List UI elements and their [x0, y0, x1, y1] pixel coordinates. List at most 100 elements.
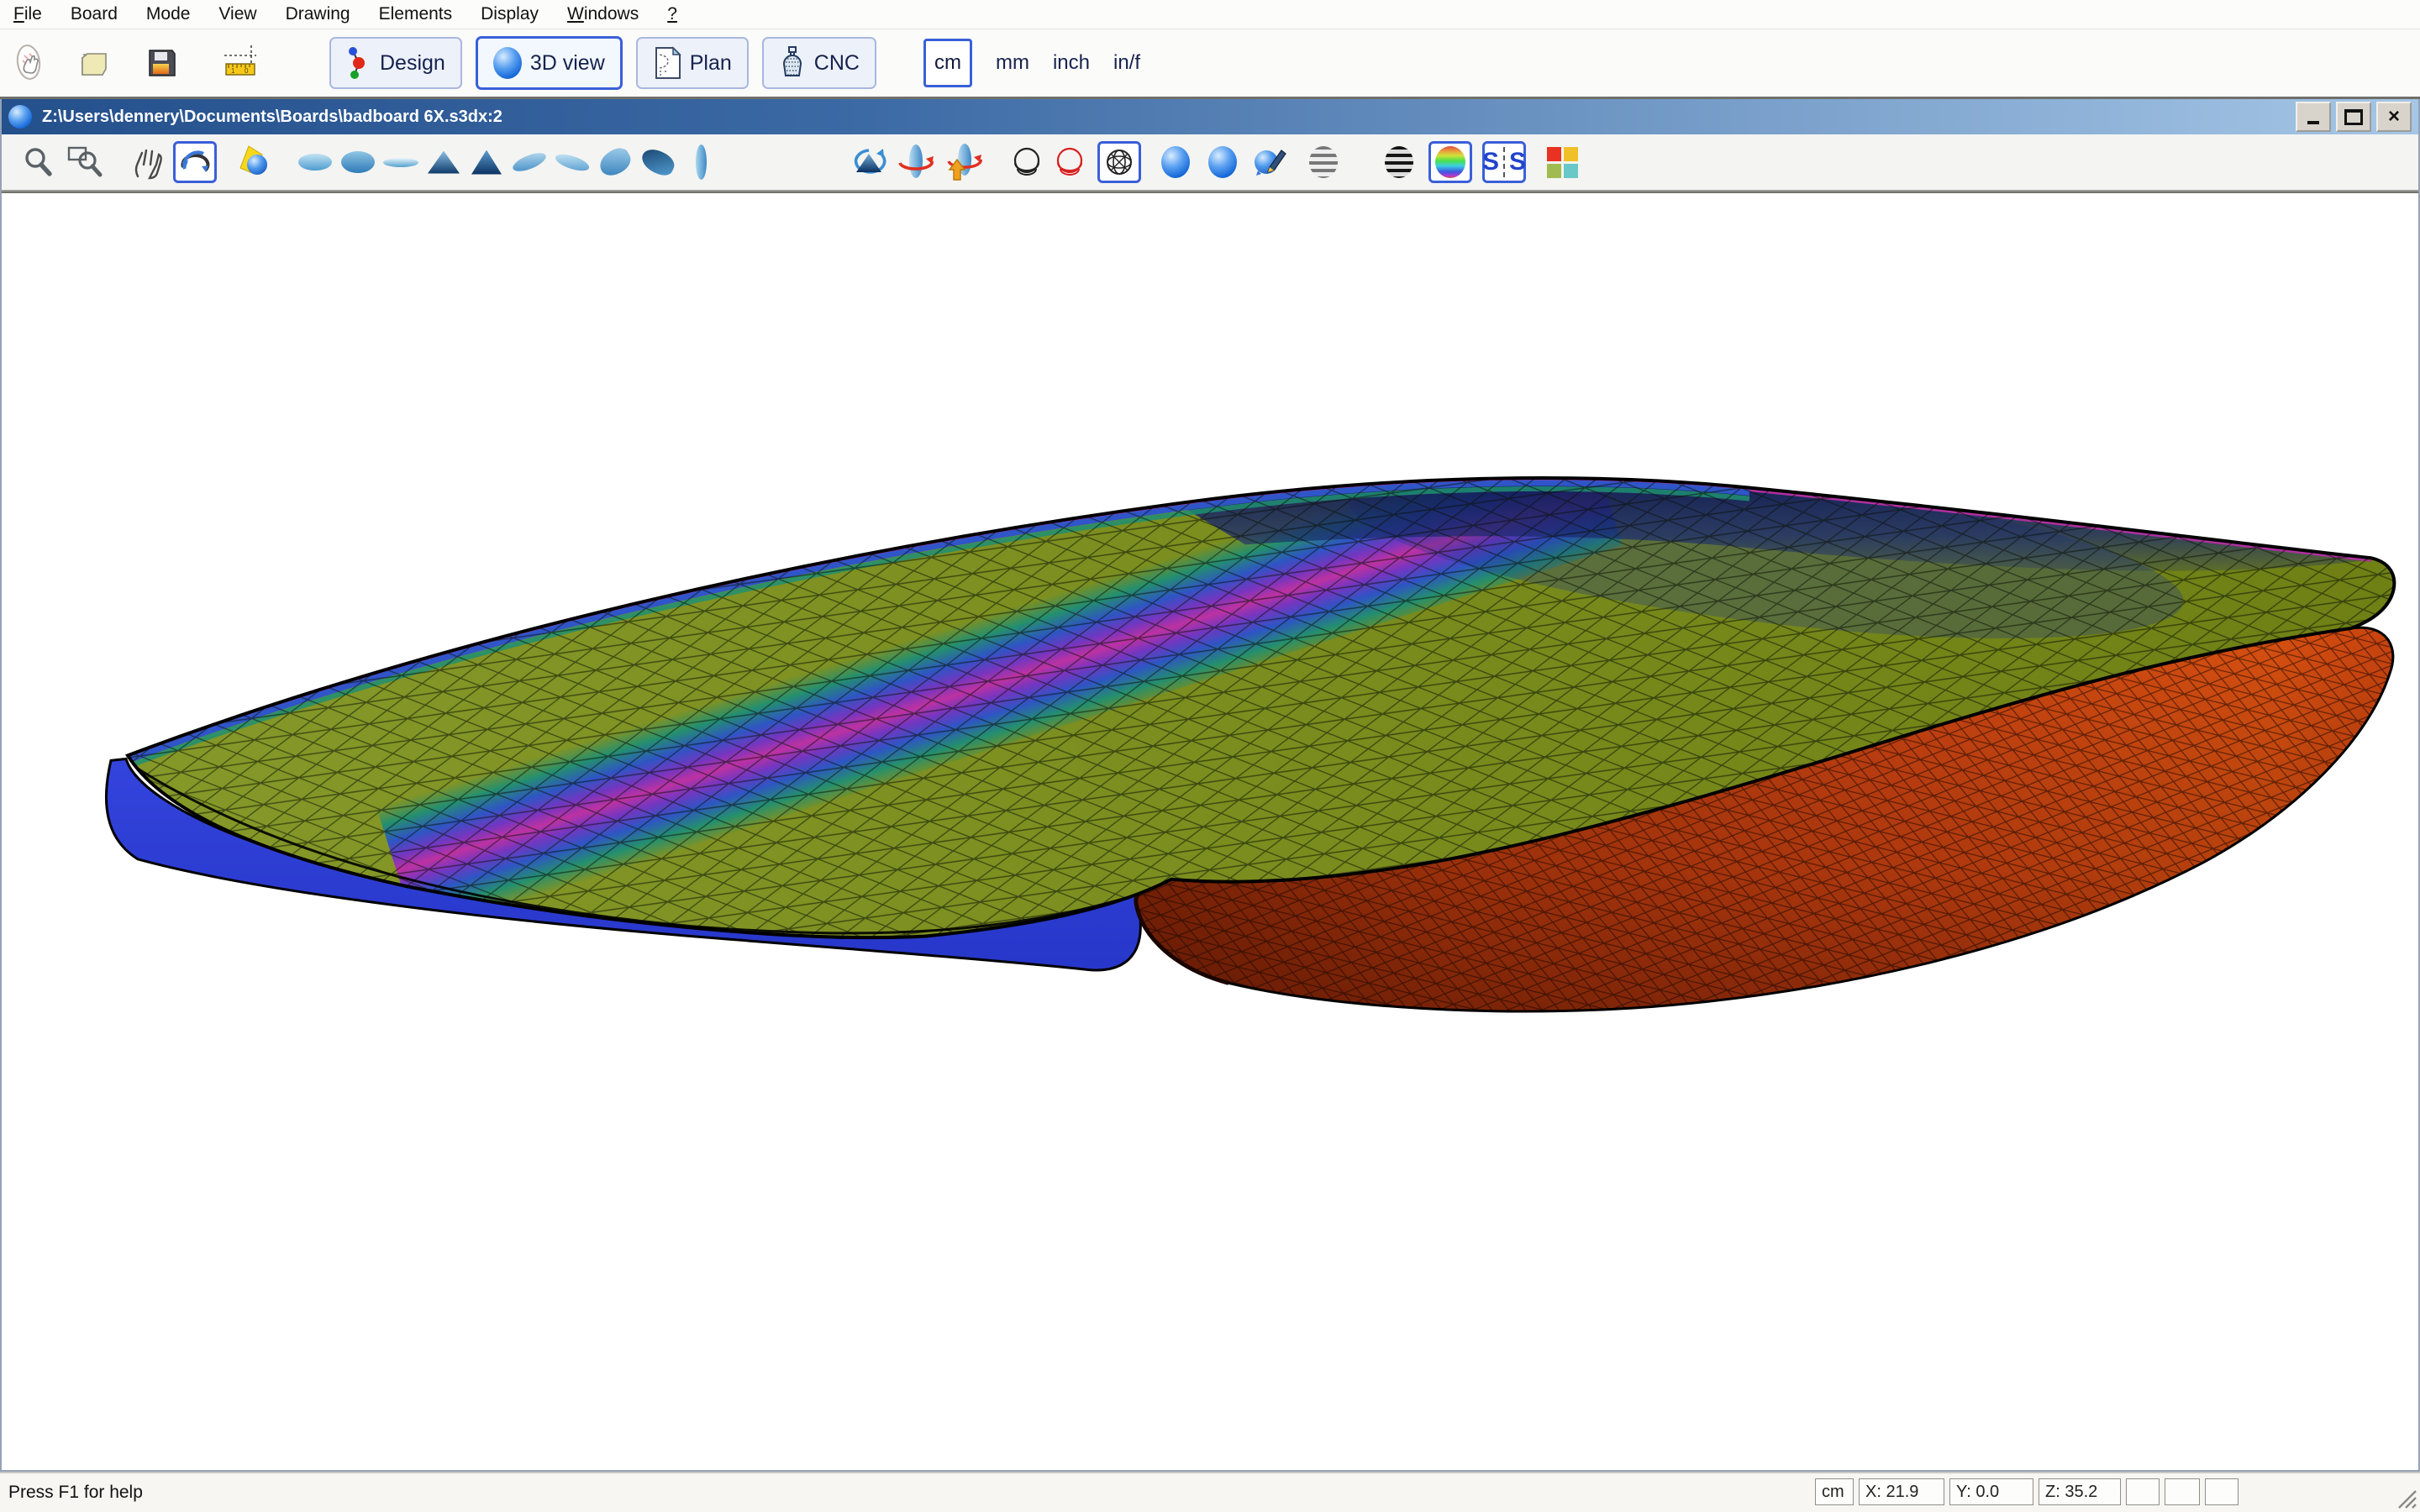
- menu-item-windows[interactable]: Windows: [567, 4, 639, 24]
- document-window: Z:\Users\dennery\Documents\Boards\badboa…: [0, 99, 2420, 1472]
- maximize-icon: [2344, 109, 2363, 125]
- zoom-tool[interactable]: [17, 141, 59, 183]
- zoom-window-tool[interactable]: [64, 141, 106, 183]
- save-icon: [142, 44, 181, 82]
- view-persp-left-tool[interactable]: [508, 141, 550, 183]
- board-3d-render: [2, 193, 2418, 1470]
- design-icon: [346, 46, 371, 80]
- view-persp-down-tool[interactable]: [637, 141, 679, 183]
- menu-item-mode[interactable]: Mode: [146, 4, 191, 24]
- status-empty-box-2: [2165, 1478, 2200, 1505]
- symmetry-tool[interactable]: SS: [1482, 141, 1526, 183]
- view-front-tool[interactable]: [423, 141, 465, 183]
- menu-item-view[interactable]: View: [218, 4, 256, 24]
- window-sphere-icon: [8, 105, 32, 129]
- mesh-render-tool[interactable]: [1097, 141, 1141, 183]
- symmetry-icon: SS: [1482, 147, 1526, 177]
- view-persp-down-icon: [638, 145, 677, 179]
- view-persp-up-tool[interactable]: [594, 141, 636, 183]
- view-persp-right-tool[interactable]: [551, 141, 593, 183]
- cnc-button-label: CNC: [814, 51, 860, 76]
- cnc-button[interactable]: CNC: [762, 37, 876, 89]
- rotate-3d-tool[interactable]: [173, 141, 217, 183]
- spin-view-icon: [850, 144, 888, 181]
- wireframe-tool[interactable]: [1006, 141, 1048, 183]
- status-x-value: X: 21.9: [1865, 1483, 1918, 1502]
- unit-inf-button[interactable]: in/f: [1113, 51, 1140, 75]
- rainbow-render-tool[interactable]: [1428, 141, 1472, 183]
- rotate-board-icon: [897, 143, 935, 181]
- zoom-window-icon: [66, 144, 103, 180]
- svg-text:1: 1: [231, 67, 235, 75]
- rotate-board-tool[interactable]: [895, 141, 937, 183]
- resize-grip[interactable]: [2396, 1488, 2417, 1509]
- viewport-3d[interactable]: [2, 192, 2418, 1470]
- view-back-icon: [471, 150, 502, 175]
- main-toolbar: 10 Design 3D view Plan CNC cm: [0, 29, 2420, 99]
- status-unit-box: cm: [1815, 1478, 1854, 1505]
- plan-icon: [653, 46, 681, 80]
- rotate-3d-icon: [178, 145, 212, 179]
- view-top-icon: [298, 154, 332, 171]
- unit-inch-button[interactable]: inch: [1053, 51, 1090, 75]
- stripes-render-tool[interactable]: [1302, 141, 1344, 183]
- status-empty-box-1: [2126, 1478, 2160, 1505]
- status-z-value: Z: 35.2: [2045, 1483, 2097, 1502]
- wireframe-red-tool[interactable]: [1049, 141, 1091, 183]
- rotate-board-up-tool[interactable]: [942, 141, 984, 183]
- shaded-render-2-tool[interactable]: [1202, 141, 1244, 183]
- new-board-button[interactable]: [7, 41, 50, 85]
- plan-button[interactable]: Plan: [636, 37, 749, 89]
- view-back-tool[interactable]: [466, 141, 508, 183]
- pan-tool[interactable]: [126, 141, 168, 183]
- stripes-render-2-icon: [1385, 146, 1413, 178]
- stripes-render-2-tool[interactable]: [1378, 141, 1420, 183]
- status-y-value: Y: 0.0: [1956, 1483, 1999, 1502]
- unit-mm-button[interactable]: mm: [996, 51, 1029, 75]
- mesh-render-icon: [1103, 146, 1135, 178]
- menu-item-elements[interactable]: Elements: [379, 4, 453, 24]
- status-z-box: Z: 35.2: [2039, 1478, 2121, 1505]
- maximize-button[interactable]: [2336, 102, 2371, 132]
- window-titlebar[interactable]: Z:\Users\dennery\Documents\Boards\badboa…: [2, 99, 2418, 134]
- open-folder-icon: [76, 43, 116, 83]
- menu-item-help[interactable]: ?: [667, 4, 677, 24]
- save-button[interactable]: [139, 41, 183, 85]
- stripes-render-icon: [1309, 146, 1338, 178]
- view-top-tool[interactable]: [294, 141, 336, 183]
- shaded-render-tool[interactable]: [1155, 141, 1197, 183]
- status-unit-value: cm: [1822, 1483, 1844, 1502]
- unit-labels: mminch in/f: [972, 51, 1140, 75]
- annotate-render-icon: [1251, 144, 1288, 181]
- open-button[interactable]: [74, 41, 118, 85]
- light-tool[interactable]: [234, 141, 276, 183]
- plan-button-label: Plan: [690, 51, 732, 76]
- minimize-button[interactable]: [2296, 102, 2331, 132]
- view-profile-tool[interactable]: [680, 141, 722, 183]
- status-x-box: X: 21.9: [1859, 1478, 1944, 1505]
- design-button[interactable]: Design: [329, 37, 462, 89]
- annotate-render-tool[interactable]: [1249, 141, 1291, 183]
- palette-tool[interactable]: [1541, 141, 1583, 183]
- menu-item-file[interactable]: File: [13, 4, 42, 24]
- application: { "menubar": { "items": [ {"label": "Fil…: [0, 0, 2420, 1512]
- unit-cm-label: cm: [934, 51, 961, 75]
- menu-item-board[interactable]: Board: [71, 4, 118, 24]
- unit-cm-button[interactable]: cm: [923, 39, 972, 87]
- view-side-icon: [383, 158, 418, 167]
- view-3d-button-label: 3D view: [530, 51, 605, 76]
- spin-view-tool[interactable]: [848, 141, 890, 183]
- cnc-icon: [779, 45, 806, 81]
- close-button[interactable]: ×: [2376, 102, 2412, 132]
- view-toolbar: SS: [2, 134, 2418, 192]
- pan-hand-icon: [129, 144, 165, 180]
- status-y-box: Y: 0.0: [1949, 1478, 2033, 1505]
- status-help-text: Press F1 for help: [8, 1483, 143, 1503]
- view-3d-button[interactable]: 3D view: [476, 36, 623, 90]
- view-side-tool[interactable]: [380, 141, 422, 183]
- status-bar: Press F1 for help cm X: 21.9 Y: 0.0 Z: 3…: [0, 1472, 2420, 1512]
- view-bottom-tool[interactable]: [337, 141, 379, 183]
- dimensions-button[interactable]: 10: [220, 41, 264, 85]
- menu-item-display[interactable]: Display: [481, 4, 539, 24]
- menu-item-drawing[interactable]: Drawing: [286, 4, 350, 24]
